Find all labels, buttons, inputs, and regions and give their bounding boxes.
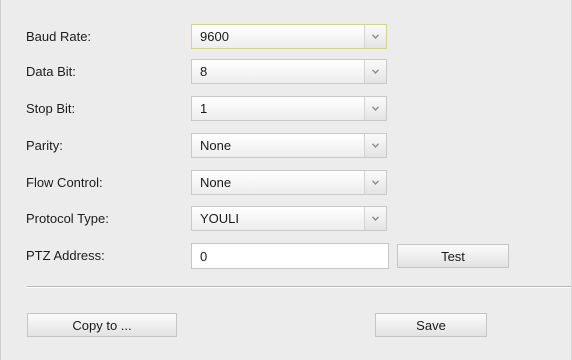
- chevron-down-icon: [372, 34, 379, 39]
- chevron-down-icon: [372, 69, 379, 74]
- parity-value: None: [200, 138, 232, 153]
- chevron-down-icon: [372, 143, 379, 148]
- data-bit-value: 8: [200, 64, 208, 79]
- serial-settings-panel: Baud Rate: 9600 Data Bit: 8 Stop Bit: 1 …: [0, 0, 572, 360]
- section-divider: [27, 286, 572, 288]
- flow-control-label: Flow Control:: [26, 175, 103, 190]
- test-button[interactable]: Test: [397, 244, 509, 268]
- parity-row: Parity: None: [1, 133, 572, 159]
- stop-bit-value: 1: [200, 101, 208, 116]
- data-bit-dropdown-button[interactable]: [364, 60, 386, 83]
- protocol-type-row: Protocol Type: YOULI: [1, 206, 572, 232]
- baud-rate-label: Baud Rate:: [26, 29, 92, 44]
- flow-control-dropdown-button[interactable]: [364, 171, 386, 194]
- protocol-type-select[interactable]: YOULI: [191, 206, 387, 231]
- ptz-address-row: PTZ Address: Test: [1, 243, 572, 269]
- data-bit-select[interactable]: 8: [191, 59, 387, 84]
- flow-control-select[interactable]: None: [191, 170, 387, 195]
- protocol-type-label: Protocol Type:: [26, 211, 109, 226]
- parity-dropdown-button[interactable]: [364, 134, 386, 157]
- flow-control-row: Flow Control: None: [1, 170, 572, 196]
- save-button[interactable]: Save: [375, 313, 487, 337]
- protocol-type-value: YOULI: [200, 211, 240, 226]
- flow-control-value: None: [200, 175, 232, 190]
- ptz-address-input[interactable]: [191, 243, 389, 269]
- parity-select[interactable]: None: [191, 133, 387, 158]
- chevron-down-icon: [372, 106, 379, 111]
- data-bit-label: Data Bit:: [26, 64, 76, 79]
- ptz-address-label: PTZ Address:: [26, 248, 105, 263]
- stop-bit-dropdown-button[interactable]: [364, 97, 386, 120]
- chevron-down-icon: [372, 216, 379, 221]
- baud-rate-row: Baud Rate: 9600: [1, 24, 572, 50]
- baud-rate-dropdown-button[interactable]: [364, 25, 386, 48]
- data-bit-row: Data Bit: 8: [1, 59, 572, 85]
- parity-label: Parity:: [26, 138, 63, 153]
- stop-bit-row: Stop Bit: 1: [1, 96, 572, 122]
- baud-rate-select[interactable]: 9600: [191, 24, 387, 49]
- baud-rate-value: 9600: [200, 29, 229, 44]
- copy-to-button[interactable]: Copy to ...: [27, 313, 177, 337]
- stop-bit-select[interactable]: 1: [191, 96, 387, 121]
- protocol-type-dropdown-button[interactable]: [364, 207, 386, 230]
- chevron-down-icon: [372, 180, 379, 185]
- stop-bit-label: Stop Bit:: [26, 101, 76, 116]
